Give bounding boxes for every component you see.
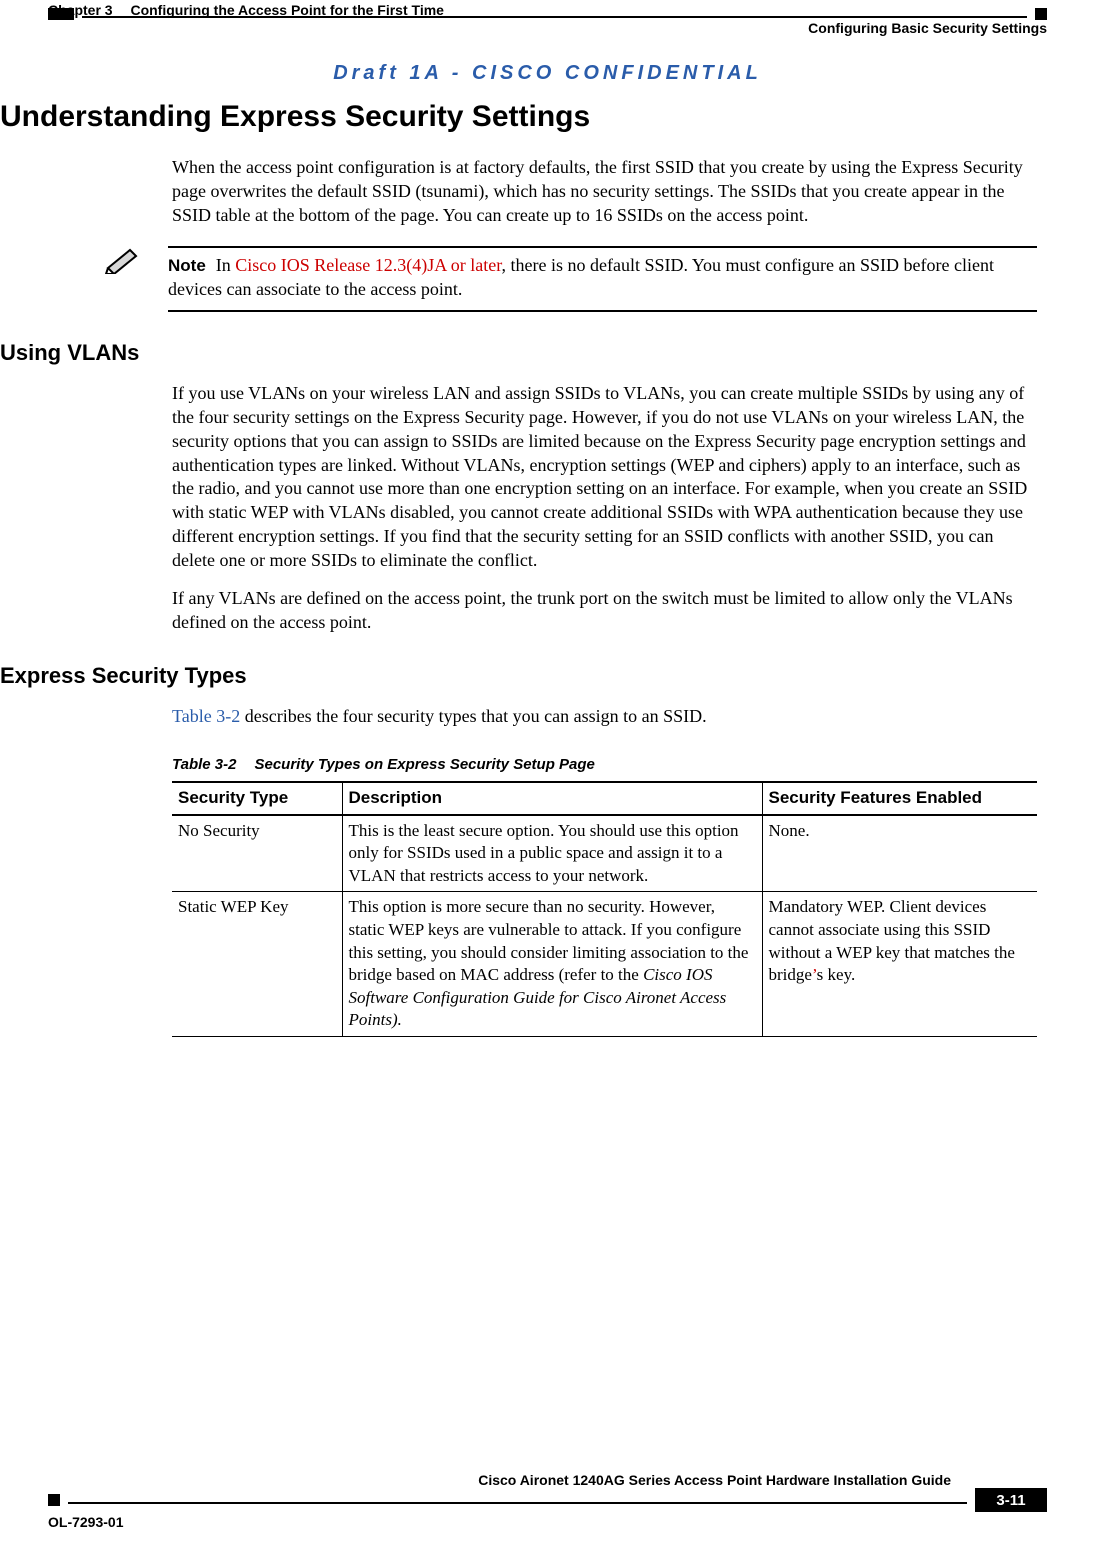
header-section: Configuring Basic Security Settings	[48, 20, 1047, 36]
types-intro: Table 3-2 describes the four security ty…	[172, 705, 1037, 729]
note-release-link[interactable]: Cisco IOS Release 12.3(4)JA or later	[235, 255, 501, 275]
th-description: Description	[342, 782, 762, 815]
page: Chapter 3 Configuring the Access Point f…	[0, 0, 1095, 1548]
cell-features: None.	[762, 815, 1037, 892]
cell-description: This option is more secure than no secur…	[342, 892, 762, 1037]
table-ref-link[interactable]: Table 3-2	[172, 706, 240, 726]
vlan-p1: If you use VLANs on your wireless LAN an…	[172, 382, 1037, 574]
intro-paragraph: When the access point configuration is a…	[172, 156, 1037, 228]
heading-express-types: Express Security Types	[0, 663, 1037, 689]
vlan-col: If you use VLANs on your wireless LAN an…	[172, 382, 1037, 635]
types-intro-rest: describes the four security types that y…	[240, 706, 706, 726]
table-row: No Security This is the least secure opt…	[172, 815, 1037, 892]
page-number-badge: 3-11	[975, 1488, 1047, 1512]
footer-rule: 3-11	[48, 1488, 1047, 1512]
cell-feat-pre: Mandatory WEP. Client devices cannot ass…	[769, 897, 1015, 984]
chapter-title: Configuring the Access Point for the Fir…	[130, 2, 443, 18]
security-types-table: Security Type Description Security Featu…	[172, 781, 1037, 1037]
footer-block-left	[48, 1494, 60, 1506]
footer-guide-title: Cisco Aironet 1240AG Series Access Point…	[48, 1472, 951, 1488]
cell-sectype: Static WEP Key	[172, 892, 342, 1037]
heading-using-vlans: Using VLANs	[0, 340, 1037, 366]
page-body: Understanding Express Security Settings …	[0, 100, 1037, 1037]
note-label: Note	[168, 256, 206, 275]
heading-understanding: Understanding Express Security Settings	[0, 100, 1037, 134]
types-col: Table 3-2 describes the four security ty…	[172, 705, 1037, 1037]
vlan-p2: If any VLANs are defined on the access p…	[172, 587, 1037, 635]
footer-doc-id: OL-7293-01	[48, 1514, 1047, 1530]
note-prefix: In	[216, 255, 236, 275]
footer-line	[68, 1502, 967, 1504]
table-caption: Table 3-2 Security Types on Express Secur…	[172, 755, 1037, 775]
table-header-row: Security Type Description Security Featu…	[172, 782, 1037, 815]
note-text: Note In Cisco IOS Release 12.3(4)JA or la…	[168, 254, 1037, 302]
page-header: Chapter 3 Configuring the Access Point f…	[48, 8, 1047, 36]
cell-description: This is the least secure option. You sho…	[342, 815, 762, 892]
cell-sectype: No Security	[172, 815, 342, 892]
page-footer: Cisco Aironet 1240AG Series Access Point…	[48, 1494, 1047, 1530]
cell-features: Mandatory WEP. Client devices cannot ass…	[762, 892, 1037, 1037]
note-body: Note In Cisco IOS Release 12.3(4)JA or la…	[168, 246, 1037, 312]
table-caption-text: Security Types on Express Security Setup…	[254, 756, 594, 773]
note-block: Note In Cisco IOS Release 12.3(4)JA or la…	[0, 246, 1037, 312]
pencil-icon	[104, 246, 168, 279]
header-block-right	[1035, 8, 1047, 20]
note-bottom-rule	[168, 310, 1037, 312]
cell-feat-post: s key.	[817, 965, 856, 984]
chapter-number: Chapter 3	[48, 2, 113, 18]
note-top-rule	[168, 246, 1037, 248]
table-caption-number: Table 3-2	[172, 756, 236, 773]
table-row: Static WEP Key This option is more secur…	[172, 892, 1037, 1037]
th-security-type: Security Type	[172, 782, 342, 815]
draft-banner: Draft 1A - CISCO CONFIDENTIAL	[0, 62, 1095, 85]
intro-col: When the access point configuration is a…	[172, 156, 1037, 228]
th-features: Security Features Enabled	[762, 782, 1037, 815]
